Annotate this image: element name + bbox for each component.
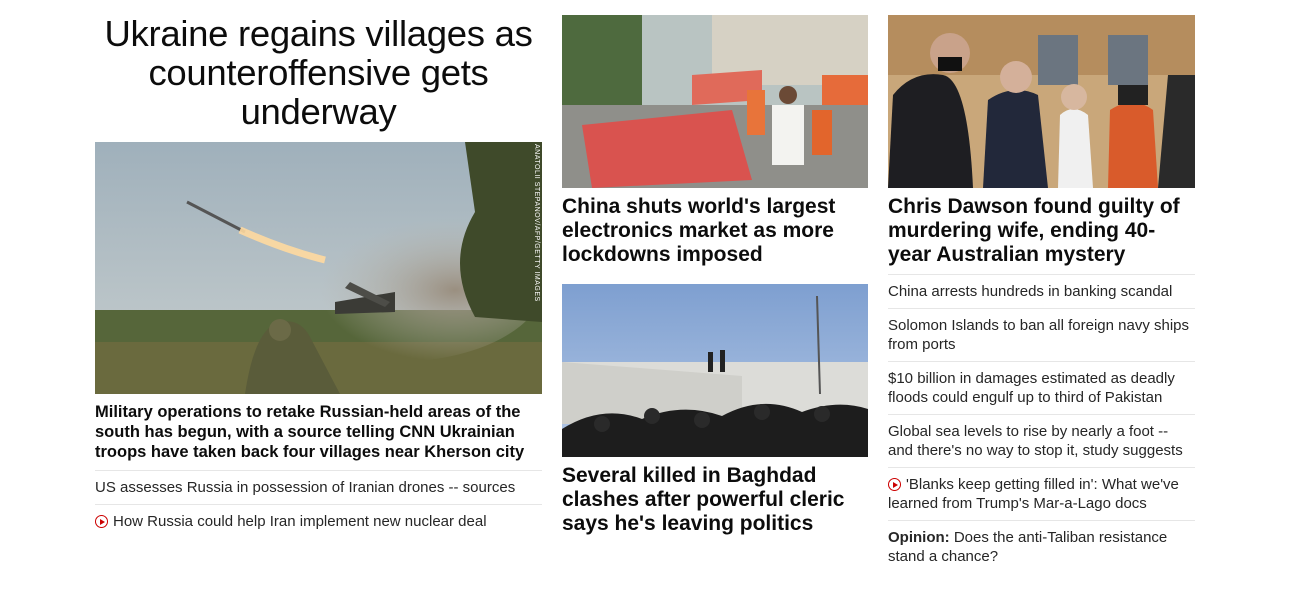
list-item[interactable]: China arrests hundreds in banking scanda… bbox=[888, 274, 1195, 308]
story-title[interactable]: China shuts world's largest electronics … bbox=[562, 195, 868, 267]
china-market-photo bbox=[562, 15, 868, 188]
list-item[interactable]: 'Blanks keep getting filled in': What we… bbox=[888, 467, 1195, 520]
chris-dawson-photo bbox=[888, 15, 1195, 188]
story-title[interactable]: Chris Dawson found guilty of murdering w… bbox=[888, 195, 1195, 267]
story-image-china-market[interactable] bbox=[562, 15, 868, 188]
story-link[interactable]: China arrests hundreds in banking scanda… bbox=[888, 283, 1172, 300]
baghdad-clashes-photo bbox=[562, 284, 868, 457]
related-link[interactable]: US assesses Russia in possession of Iran… bbox=[95, 479, 515, 496]
list-item[interactable]: How Russia could help Iran implement new… bbox=[95, 504, 542, 538]
story-image-chris-dawson[interactable] bbox=[888, 15, 1195, 188]
story-link[interactable]: Global sea levels to rise by nearly a fo… bbox=[888, 423, 1183, 459]
story-link[interactable]: China shuts world's largest electronics … bbox=[562, 195, 835, 266]
story-title[interactable]: Several killed in Baghdad clashes after … bbox=[562, 464, 868, 536]
right-link-list: China arrests hundreds in banking scanda… bbox=[888, 274, 1195, 573]
list-item[interactable]: Solomon Islands to ban all foreign navy … bbox=[888, 308, 1195, 361]
lead-description[interactable]: Military operations to retake Russian-he… bbox=[95, 402, 542, 462]
rocket-launch-photo bbox=[95, 142, 542, 394]
middle-column: China shuts world's largest electronics … bbox=[562, 0, 868, 536]
list-item[interactable]: Opinion: Does the anti-Taliban resistanc… bbox=[888, 520, 1195, 573]
story-link[interactable]: Several killed in Baghdad clashes after … bbox=[562, 464, 844, 535]
list-item[interactable]: $10 billion in damages estimated as dead… bbox=[888, 361, 1195, 414]
play-video-icon bbox=[95, 515, 108, 528]
lead-image-rocket-launch[interactable]: ANATOLII STEPANOV/AFP/GETTY IMAGES bbox=[95, 142, 542, 394]
related-link[interactable]: How Russia could help Iran implement new… bbox=[113, 513, 487, 530]
lead-story: Ukraine regains villages as counteroffen… bbox=[95, 0, 542, 538]
opinion-label: Opinion: bbox=[888, 529, 950, 546]
lead-headline[interactable]: Ukraine regains villages as counteroffen… bbox=[95, 14, 542, 131]
right-column: Chris Dawson found guilty of murdering w… bbox=[888, 0, 1195, 573]
story-link[interactable]: Chris Dawson found guilty of murdering w… bbox=[888, 195, 1180, 266]
story-link[interactable]: 'Blanks keep getting filled in': What we… bbox=[888, 476, 1179, 512]
lead-related-list: US assesses Russia in possession of Iran… bbox=[95, 470, 542, 538]
lead-headline-link[interactable]: Ukraine regains villages as counteroffen… bbox=[104, 13, 532, 132]
image-credit: ANATOLII STEPANOV/AFP/GETTY IMAGES bbox=[533, 144, 540, 302]
list-item[interactable]: Global sea levels to rise by nearly a fo… bbox=[888, 414, 1195, 467]
story-image-baghdad[interactable] bbox=[562, 284, 868, 457]
play-video-icon bbox=[888, 478, 901, 491]
story-link[interactable]: Solomon Islands to ban all foreign navy … bbox=[888, 317, 1189, 353]
list-item[interactable]: US assesses Russia in possession of Iran… bbox=[95, 470, 542, 504]
story-link[interactable]: $10 billion in damages estimated as dead… bbox=[888, 370, 1175, 406]
lead-description-link[interactable]: Military operations to retake Russian-he… bbox=[95, 403, 524, 461]
